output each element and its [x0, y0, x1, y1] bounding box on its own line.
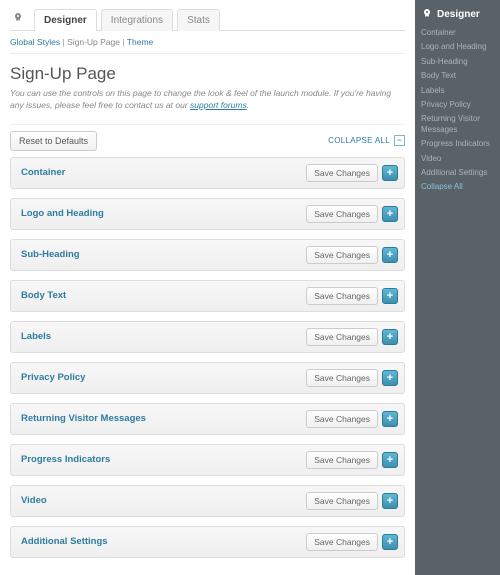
sidebar-item-progress[interactable]: Progress Indicators [421, 137, 494, 151]
sidebar-item-video[interactable]: Video [421, 152, 494, 166]
expand-button[interactable]: + [382, 288, 398, 304]
save-button[interactable]: Save Changes [306, 410, 378, 428]
save-button[interactable]: Save Changes [306, 205, 378, 223]
save-button[interactable]: Save Changes [306, 246, 378, 264]
tab-integrations[interactable]: Integrations [101, 9, 173, 31]
save-button[interactable]: Save Changes [306, 328, 378, 346]
divider [10, 124, 405, 125]
crumb-current: Sign-Up Page [67, 37, 120, 47]
panel-title[interactable]: Body Text [21, 290, 66, 301]
collapse-icon: − [394, 135, 405, 146]
crumb-global[interactable]: Global Styles [10, 37, 60, 47]
sidebar-item-privacy[interactable]: Privacy Policy [421, 98, 494, 112]
sidebar-item-body[interactable]: Body Text [421, 69, 494, 83]
reset-button[interactable]: Reset to Defaults [10, 131, 97, 151]
rocket-icon [421, 8, 433, 20]
panel-container: Container Save Changes + [10, 157, 405, 189]
save-button[interactable]: Save Changes [306, 492, 378, 510]
sidebar-item-container[interactable]: Container [421, 26, 494, 40]
save-button[interactable]: Save Changes [306, 533, 378, 551]
panel-logo: Logo and Heading Save Changes + [10, 198, 405, 230]
expand-button[interactable]: + [382, 247, 398, 263]
expand-button[interactable]: + [382, 165, 398, 181]
tab-designer[interactable]: Designer [34, 9, 97, 31]
sidebar-item-returning[interactable]: Returning Visitor Messages [421, 112, 494, 137]
save-button[interactable]: Save Changes [306, 287, 378, 305]
panel-video: Video Save Changes + [10, 485, 405, 517]
crumb-theme[interactable]: Theme [127, 37, 153, 47]
panel-title[interactable]: Privacy Policy [21, 372, 85, 383]
support-link[interactable]: support forums [190, 100, 247, 110]
panel-returning: Returning Visitor Messages Save Changes … [10, 403, 405, 435]
save-button[interactable]: Save Changes [306, 369, 378, 387]
rocket-icon [10, 10, 26, 26]
expand-button[interactable]: + [382, 411, 398, 427]
save-button[interactable]: Save Changes [306, 451, 378, 469]
panel-body: Body Text Save Changes + [10, 280, 405, 312]
panel-sub: Sub-Heading Save Changes + [10, 239, 405, 271]
sidebar: Designer Container Logo and Heading Sub-… [415, 0, 500, 575]
sidebar-item-additional[interactable]: Additional Settings [421, 166, 494, 180]
breadcrumb: Global Styles | Sign-Up Page | Theme [10, 31, 405, 54]
expand-button[interactable]: + [382, 534, 398, 550]
expand-button[interactable]: + [382, 493, 398, 509]
expand-button[interactable]: + [382, 329, 398, 345]
panel-additional: Additional Settings Save Changes + [10, 526, 405, 558]
panel-title[interactable]: Logo and Heading [21, 208, 104, 219]
tab-stats[interactable]: Stats [177, 9, 220, 31]
sidebar-title: Designer [421, 8, 494, 20]
panel-title[interactable]: Video [21, 495, 47, 506]
tab-bar: Designer Integrations Stats [10, 8, 405, 31]
panel-progress: Progress Indicators Save Changes + [10, 444, 405, 476]
panel-title[interactable]: Labels [21, 331, 51, 342]
sidebar-item-labels[interactable]: Labels [421, 84, 494, 98]
sidebar-item-collapse[interactable]: Collapse All [421, 180, 494, 194]
panel-title[interactable]: Container [21, 167, 65, 178]
sidebar-item-logo[interactable]: Logo and Heading [421, 40, 494, 54]
expand-button[interactable]: + [382, 206, 398, 222]
panel-title[interactable]: Progress Indicators [21, 454, 110, 465]
expand-button[interactable]: + [382, 370, 398, 386]
intro-text: You can use the controls on this page to… [10, 88, 405, 112]
sidebar-item-sub[interactable]: Sub-Heading [421, 55, 494, 69]
panel-labels: Labels Save Changes + [10, 321, 405, 353]
panel-title[interactable]: Sub-Heading [21, 249, 80, 260]
panel-title[interactable]: Returning Visitor Messages [21, 413, 146, 424]
expand-button[interactable]: + [382, 452, 398, 468]
panel-title[interactable]: Additional Settings [21, 536, 108, 547]
page-title: Sign-Up Page [10, 64, 405, 84]
collapse-all-button[interactable]: COLLAPSE ALL − [328, 135, 405, 146]
save-button[interactable]: Save Changes [306, 164, 378, 182]
panel-privacy: Privacy Policy Save Changes + [10, 362, 405, 394]
